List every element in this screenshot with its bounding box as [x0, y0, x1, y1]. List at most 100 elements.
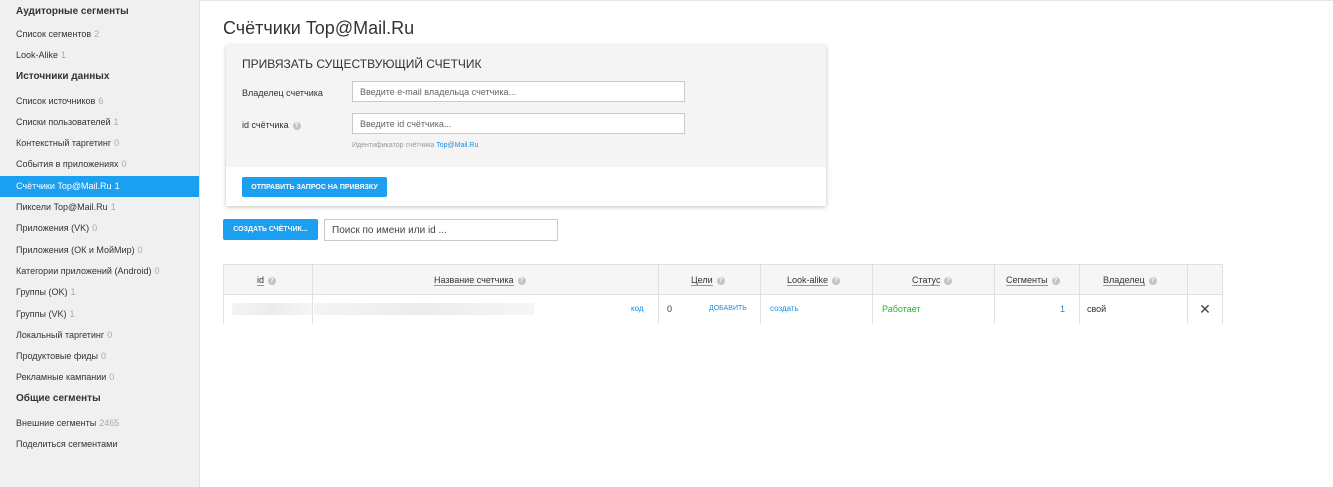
sidebar-item-label: Категории приложений (Android) — [16, 265, 152, 276]
sidebar-item-apps-vk[interactable]: Приложения (VK) 0 — [0, 218, 199, 239]
sidebar-item-count: 1 — [69, 308, 75, 319]
sidebar-item-label: Локальный таргетинг — [16, 329, 105, 340]
sidebar-item-groups-vk[interactable]: Группы (VK) 1 — [0, 304, 199, 325]
sidebar-item-sources-list[interactable]: Список источников 6 — [0, 91, 199, 112]
sidebar-item-count: 1 — [70, 287, 76, 298]
sidebar-item-label: Список сегментов — [16, 29, 92, 39]
help-icon[interactable]: ? — [832, 276, 841, 285]
sidebar-item-label: Внешние сегменты — [16, 417, 97, 428]
header-label: Цели — [691, 275, 713, 286]
delete-icon[interactable]: ✕ — [1198, 301, 1212, 317]
help-icon[interactable]: ? — [517, 276, 526, 285]
redacted-id — [232, 303, 312, 315]
sidebar-item-counters[interactable]: Счётчики Top@Mail.Ru 1 — [0, 175, 199, 198]
sidebar-item-context-targeting[interactable]: Контекстный таргетинг 0 — [0, 133, 199, 154]
main-content: Счётчики Top@Mail.Ru ПРИВЯЗАТЬ СУЩЕСТВУЮ… — [200, 0, 1333, 487]
sidebar-item-groups-ok[interactable]: Группы (OK) 1 — [0, 282, 199, 303]
help-icon[interactable]: ? — [716, 276, 725, 285]
sidebar-item-app-events[interactable]: События в приложениях 0 — [0, 154, 199, 175]
sidebar-item-count: 1 — [61, 50, 67, 61]
counter-id-label: id счётчика? — [242, 120, 301, 130]
sidebar-item-label: Контекстный таргетинг — [16, 138, 112, 149]
sidebar-item-count: 0 — [109, 372, 115, 383]
help-icon[interactable]: ? — [1148, 276, 1157, 285]
header-label: id — [257, 275, 265, 286]
sidebar-item-local-targeting[interactable]: Локальный таргетинг 0 — [0, 325, 199, 346]
sidebar-item-ad-campaigns[interactable]: Рекламные кампании 0 — [0, 367, 199, 388]
create-counter-button[interactable]: СОЗДАТЬ СЧЁТЧИК... — [223, 219, 318, 240]
counters-table: id? Название счетчика? Цели? Look-alike?… — [223, 264, 1223, 324]
col-header-owner[interactable]: Владелец? — [1103, 275, 1157, 286]
help-icon[interactable]: ? — [292, 121, 301, 130]
counter-id-hint: Идентификатор счётчика Top@Mail.Ru — [352, 142, 478, 149]
hint-text: Идентификатор счётчика — [352, 142, 437, 149]
sidebar-item-app-categories[interactable]: Категории приложений (Android) 0 — [0, 261, 199, 282]
sidebar-item-count: 1 — [110, 202, 116, 213]
sidebar-item-label: Поделиться сегментами — [16, 439, 118, 450]
sidebar-item-count: 2465 — [99, 417, 120, 428]
sidebar: Аудиторные сегменты Список сегментов 2 Lo… — [0, 0, 200, 487]
sidebar-item-label: Группы (VK) — [16, 308, 67, 319]
sidebar-item-pixels[interactable]: Пиксели Top@Mail.Ru 1 — [0, 197, 199, 218]
sidebar-item-label: Группы (OK) — [16, 287, 68, 298]
add-goal-link[interactable]: ДОБАВИТЬ — [709, 305, 747, 312]
owner-value: свой — [1087, 304, 1107, 314]
status-badge: Работает — [882, 304, 921, 314]
col-header-goals[interactable]: Цели? — [691, 275, 725, 286]
sidebar-item-label: Пиксели Top@Mail.Ru — [16, 202, 108, 213]
col-header-id[interactable]: id? — [257, 275, 277, 286]
sidebar-item-external-segments[interactable]: Внешние сегменты 2465 — [0, 413, 199, 434]
sidebar-item-user-lists[interactable]: Списки пользователей 1 — [0, 112, 199, 133]
sidebar-item-label: Список источников — [16, 95, 96, 106]
sidebar-item-apps-ok[interactable]: Приложения (ОК и МойМир) 0 — [0, 240, 199, 261]
col-header-segments[interactable]: Сегменты? — [1006, 275, 1060, 286]
table-row: код 0 ДОБАВИТЬ создать Работает 1 свой ✕ — [224, 295, 1222, 324]
col-header-name[interactable]: Название счетчика? — [434, 275, 526, 286]
sidebar-item-count: 0 — [107, 329, 113, 340]
sidebar-item-label: Списки пользователей — [16, 116, 111, 127]
header-label: Сегменты — [1006, 275, 1048, 286]
sidebar-item-label: Рекламные кампании — [16, 372, 107, 383]
create-lookalike-link[interactable]: создать — [770, 304, 799, 313]
help-icon[interactable]: ? — [944, 276, 953, 285]
help-icon[interactable]: ? — [1051, 276, 1060, 285]
sidebar-item-share-segments[interactable]: Поделиться сегментами — [0, 434, 199, 455]
sidebar-item-lookalike[interactable]: Look-Alike 1 — [0, 45, 199, 66]
send-bind-request-button[interactable]: ОТПРАВИТЬ ЗАПРОС НА ПРИВЯЗКУ — [242, 177, 387, 197]
panel-title: ПРИВЯЗАТЬ СУЩЕСТВУЮЩИЙ СЧЕТЧИК — [242, 57, 482, 71]
header-label: Look-alike — [787, 275, 829, 286]
header-label: Статус — [912, 275, 941, 286]
header-label: Название счетчика — [434, 275, 514, 286]
sidebar-group-title: Источники данных — [16, 70, 110, 82]
sidebar-item-count: 1 — [114, 180, 120, 191]
help-icon[interactable]: ? — [268, 276, 277, 285]
code-link[interactable]: код — [631, 304, 644, 313]
redacted-name — [314, 303, 534, 315]
sidebar-group-title: Аудиторные сегменты — [16, 6, 129, 17]
sidebar-item-count: 2 — [94, 29, 100, 39]
sidebar-item-count: 0 — [154, 265, 160, 276]
sidebar-item-label: Приложения (VK) — [16, 223, 90, 234]
col-header-lookalike[interactable]: Look-alike? — [787, 275, 841, 286]
sidebar-item-product-feeds[interactable]: Продуктовые фиды 0 — [0, 346, 199, 367]
page-title: Счётчики Top@Mail.Ru — [223, 18, 415, 38]
segments-count-link[interactable]: 1 — [1060, 304, 1065, 314]
sidebar-item-label: Счётчики Top@Mail.Ru — [16, 180, 112, 191]
counter-id-input[interactable] — [352, 113, 685, 134]
sidebar-item-count: 0 — [121, 159, 127, 170]
bind-counter-panel: ПРИВЯЗАТЬ СУЩЕСТВУЮЩИЙ СЧЕТЧИК Владелец … — [226, 45, 826, 206]
sidebar-item-count: 0 — [101, 351, 107, 362]
topmail-link[interactable]: Top@Mail.Ru — [436, 142, 478, 149]
goals-count: 0 — [667, 304, 673, 314]
sidebar-item-label: Look-Alike — [16, 50, 59, 61]
sidebar-item-segments-list[interactable]: Список сегментов 2 — [0, 24, 199, 45]
header-label: Владелец — [1103, 275, 1145, 286]
counter-id-label-text: id счётчика — [242, 120, 289, 130]
search-input[interactable] — [324, 219, 558, 241]
sidebar-item-label: Приложения (ОК и МойМир) — [16, 244, 135, 255]
owner-email-input[interactable] — [352, 81, 685, 102]
sidebar-item-count: 0 — [137, 244, 143, 255]
col-header-status[interactable]: Статус? — [912, 275, 953, 286]
sidebar-item-count: 0 — [114, 138, 120, 149]
sidebar-group-title: Общие сегменты — [16, 392, 101, 404]
